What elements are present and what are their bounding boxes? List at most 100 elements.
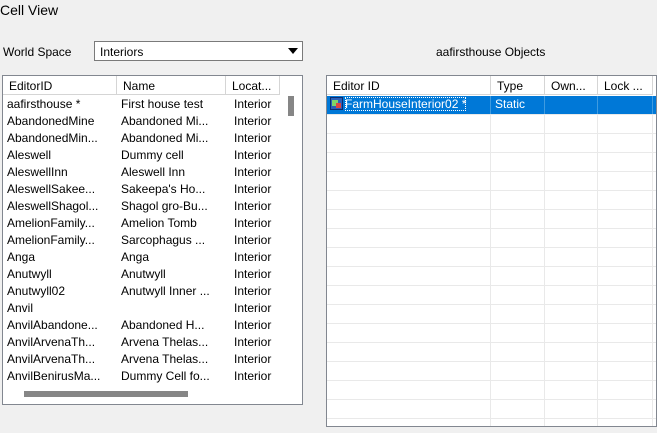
column-header-lock[interactable]: Lock ... [598,76,653,95]
chevron-down-icon[interactable] [285,43,301,59]
empty-row[interactable] [327,248,656,267]
empty-row[interactable] [327,324,656,343]
empty-cell [598,419,653,426]
table-row[interactable]: AbandonedMine Abandoned Mi... Interior [3,113,302,130]
table-row[interactable]: AmelionFamily... Sarcophagus ... Interior [3,232,302,249]
empty-row[interactable] [327,305,656,324]
cell-editorid: AleswellShagol... [7,199,99,213]
column-header-editor-id[interactable]: Editor ID [327,76,491,95]
empty-row[interactable] [327,172,656,191]
empty-cell [598,324,653,342]
empty-row[interactable] [327,153,656,172]
empty-cell [545,229,598,247]
cell-location: Interior [234,267,272,281]
cell-location: Interior [234,182,272,196]
empty-cell [598,267,653,285]
cell-location: Interior [234,216,272,230]
cell-editorid: AnvilArvenaTh... [7,352,96,366]
empty-cell [491,115,545,133]
empty-row[interactable] [327,115,656,134]
empty-row[interactable] [327,191,656,210]
table-row[interactable]: Anvil Interior [3,300,302,317]
empty-cell [327,248,491,266]
empty-row[interactable] [327,134,656,153]
cell-editorid: AleswellInn [7,165,68,179]
cell-editorid: Anutwyll02 [7,284,66,298]
table-row[interactable]: AnvilArvenaTh... Arvena Thelas... Interior [3,334,302,351]
column-header-type[interactable]: Type [491,76,545,95]
objects-list-header: Editor ID Type Own... Lock ... [327,76,653,96]
horizontal-scrollbar-thumb[interactable] [24,391,188,397]
vertical-scrollbar-thumb[interactable] [288,96,294,116]
cell-name: Anutwyll [121,267,166,281]
empty-cell [327,153,491,171]
empty-row[interactable] [327,362,656,381]
table-row[interactable]: AleswellSakee... Sakeepa's Ho... Interior [3,181,302,198]
empty-cell [491,362,545,380]
empty-cell [327,400,491,418]
table-row[interactable]: Aleswell Dummy cell Interior [3,147,302,164]
table-row[interactable]: AleswellShagol... Shagol gro-Bu... Interio… [3,198,302,215]
empty-cell [327,134,491,152]
cell-name: Anga [121,250,150,264]
table-row[interactable]: AnvilArvenaTh... Arvena Thelas... Interior [3,351,302,368]
table-row[interactable]: AmelionFamily... Amelion Tomb Interior [3,215,302,232]
cell-list[interactable]: EditorID Name Locat... aafirsthouse * Fir… [2,75,303,405]
table-row[interactable]: Anutwyll02 Anutwyll Inner ... Interior [3,283,302,300]
cell-editorid: AnvilBenirusMa... [7,369,101,383]
table-row[interactable]: Anutwyll Anutwyll Interior [3,266,302,283]
empty-row[interactable] [327,229,656,248]
empty-cell [327,381,491,399]
objects-title: aafirsthouse Objects [436,45,546,59]
cell-editorid: AmelionFamily... [7,216,95,230]
empty-cell [327,229,491,247]
world-space-dropdown[interactable]: Interiors [94,41,303,61]
cell-location: Interior [234,131,272,145]
empty-cell [327,305,491,323]
table-row[interactable]: AleswellInn Aleswell Inn Interior [3,164,302,181]
empty-cell [598,362,653,380]
empty-cell [327,210,491,228]
empty-row[interactable] [327,400,656,419]
cell-editorid: AnvilAbandone... [7,318,98,332]
empty-row[interactable] [327,343,656,362]
empty-row[interactable] [327,210,656,229]
empty-row[interactable] [327,286,656,305]
cell-name: Amelion Tomb [121,216,197,230]
table-row[interactable]: AnvilAbandone... Abandoned H... Interior [3,317,302,334]
empty-cell [598,229,653,247]
column-header-location[interactable]: Locat... [226,76,280,95]
empty-cell [545,381,598,399]
empty-cell [545,400,598,418]
cell-location: Interior [234,335,272,349]
cell-location: Interior [234,165,272,179]
table-row[interactable]: AnvilBenirusMa... Dummy Cell fo... Interio… [3,368,302,385]
empty-cell [545,343,598,361]
column-header-owner[interactable]: Own... [545,76,598,95]
empty-row[interactable] [327,381,656,400]
cell-name: Sakeepa's Ho... [121,182,206,196]
static-object-icon [330,97,343,110]
cell-name: Aleswell Inn [121,165,186,179]
empty-cell [545,267,598,285]
empty-cell [545,134,598,152]
cell-list-header: EditorID Name Locat... [3,76,280,96]
cell-editorid: AbandonedMine [7,114,95,128]
objects-list[interactable]: Editor ID Type Own... Lock ... FarmHouse… [326,75,657,427]
empty-cell [598,153,653,171]
table-row[interactable]: Anga Anga Interior [3,249,302,266]
empty-row[interactable] [327,267,656,286]
table-row[interactable]: aafirsthouse * First house test Interior [3,96,302,113]
empty-cell [545,305,598,323]
selected-object-row[interactable]: FarmHouseInterior02 * Static [327,96,656,115]
table-row[interactable]: AbandonedMin... Abandoned Mi... Interior [3,130,302,147]
cell-editorid: AmelionFamily... [7,233,95,247]
column-header-name[interactable]: Name [117,76,226,95]
empty-row[interactable] [327,419,656,426]
cell-location: Interior [234,233,272,247]
empty-cell [327,115,491,133]
column-header-editorid[interactable]: EditorID [3,76,117,95]
cell-editorid: Anga [7,250,36,264]
empty-cell [598,286,653,304]
empty-cell [545,324,598,342]
